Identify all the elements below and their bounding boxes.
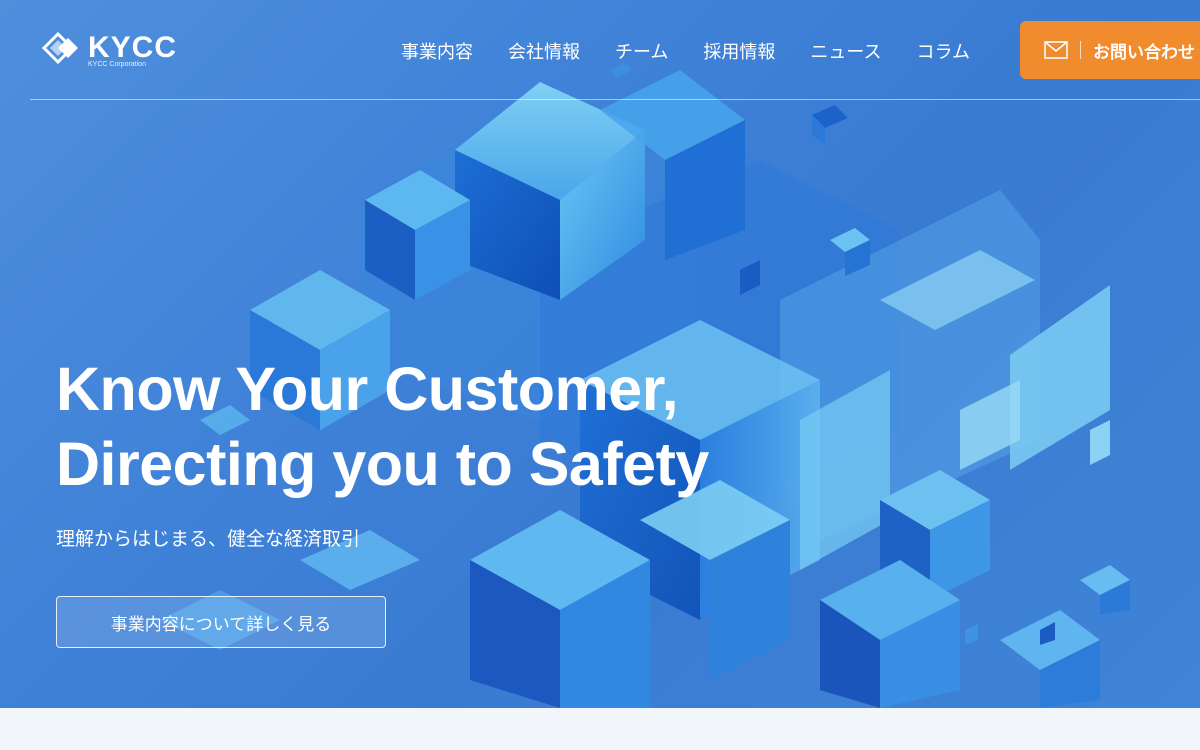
nav-item-recruit[interactable]: 採用情報 [703,38,775,64]
contact-label: お問い合わせ [1093,42,1195,63]
contact-button[interactable]: お問い合わせ [1020,21,1200,79]
next-section-edge [0,708,1200,750]
services-detail-button[interactable]: 事業内容について詳しく見る [56,596,386,648]
kycc-logo[interactable]: KYCC KYCC Corporation [42,28,192,72]
mail-icon [1044,41,1068,59]
main-nav: 事業内容 会社情報 チーム 採用情報 ニュース コラム [401,38,970,64]
header-divider [30,99,1200,100]
site-header: KYCC KYCC Corporation 事業内容 会社情報 チーム 採用情報… [0,0,1200,100]
logo-wordmark: KYCC [88,31,178,64]
logo-mark-icon [42,31,78,65]
nav-item-news[interactable]: ニュース [810,38,881,64]
nav-item-services[interactable]: 事業内容 [401,38,473,64]
hero-headline-line-1: Know Your Customer, [56,355,679,423]
hero-headline-line-2: Directing you to Safety [56,430,709,498]
nav-item-team[interactable]: チーム [615,38,668,64]
nav-item-company[interactable]: 会社情報 [508,38,580,64]
contact-divider [1080,41,1081,59]
hero-headline: Know Your Customer, Directing you to Saf… [56,352,709,502]
logo-subtitle: KYCC Corporation [88,61,146,68]
nav-item-column[interactable]: コラム [917,38,970,64]
hero-tagline: 理解からはじまる、健全な経済取引 [56,528,361,550]
